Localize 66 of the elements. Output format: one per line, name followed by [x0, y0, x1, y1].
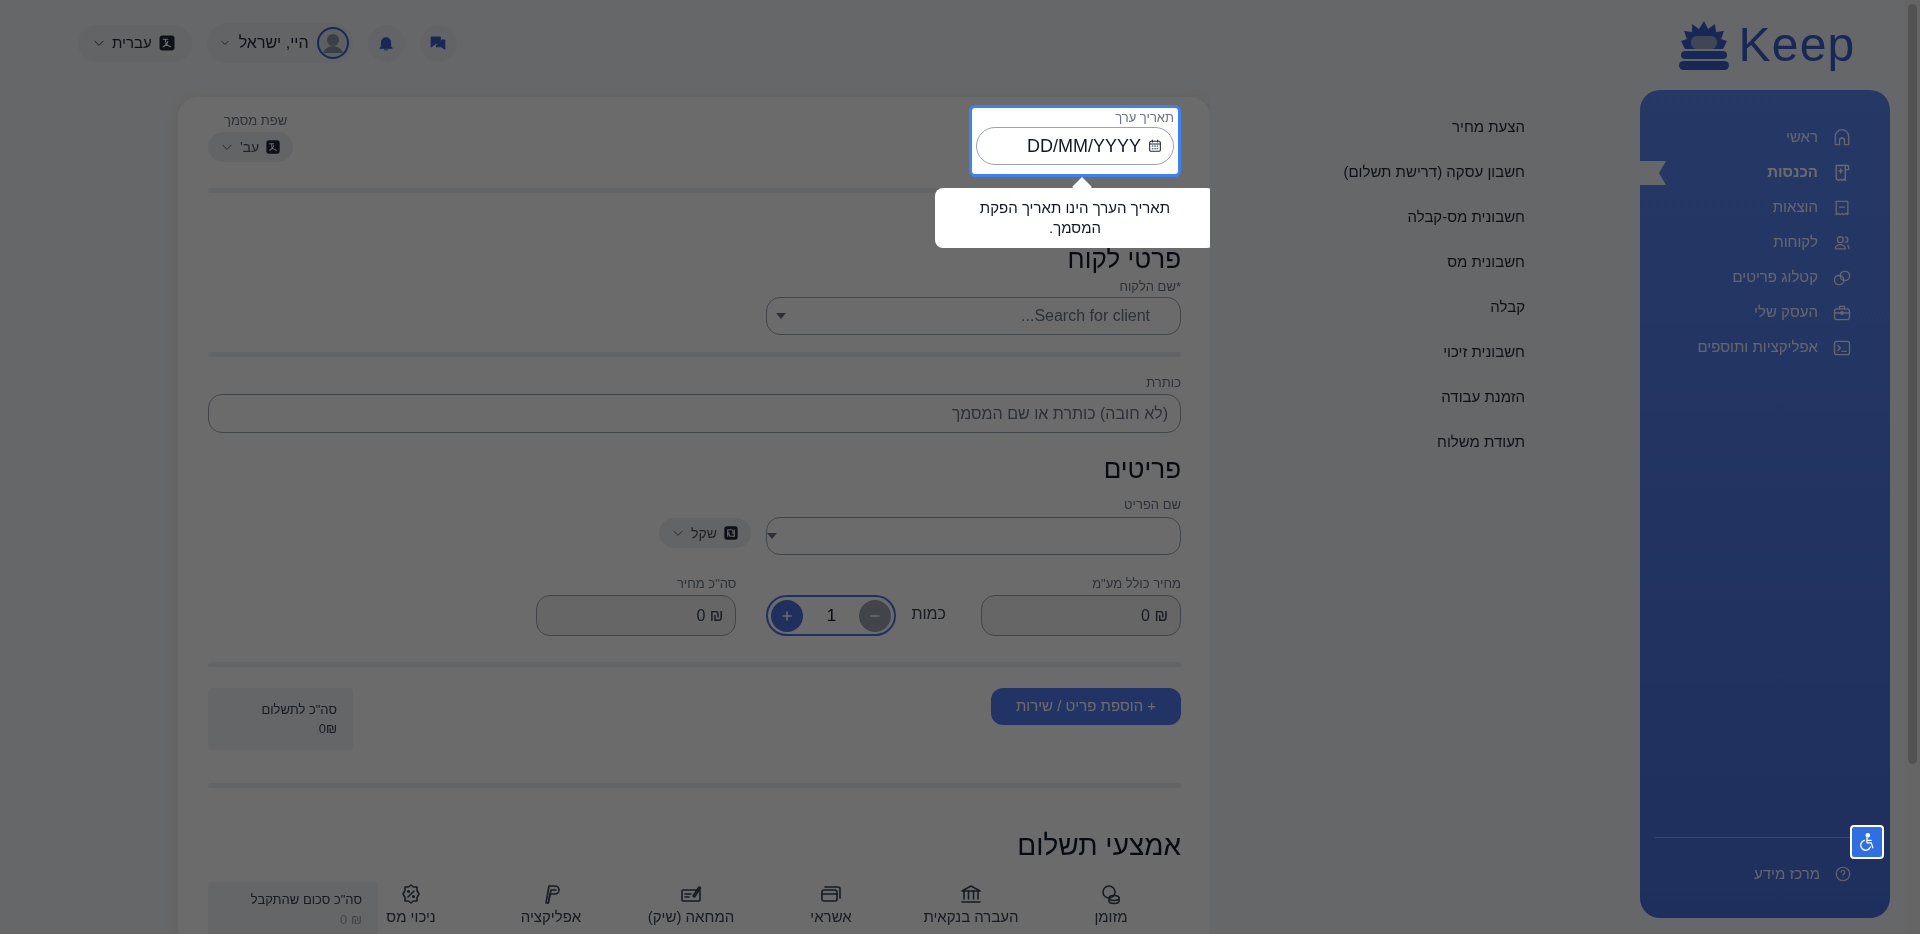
payment-method-button[interactable]: אשראי [761, 882, 901, 926]
home-icon [1832, 127, 1852, 148]
calendar-icon [1147, 138, 1163, 154]
total-price-field[interactable]: ₪ 0 [536, 595, 737, 636]
summary-label: סה"כ לתשלום [260, 700, 337, 719]
document-type-link[interactable]: תעודת משלוח [1437, 420, 1525, 465]
add-item-button[interactable]: + הוספת פריט / שירות [991, 688, 1181, 725]
tooltip: תאריך הערך הינו תאריך הפקת המסמך. [935, 188, 1210, 248]
item-name-select[interactable] [766, 517, 1181, 555]
bank-icon [959, 882, 983, 906]
percent-badge-icon [399, 882, 423, 906]
accessibility-button[interactable] [1850, 825, 1884, 859]
chat-icon [429, 34, 448, 52]
document-type-link[interactable]: הזמנת עבודה [1441, 375, 1525, 420]
coins-icon [1099, 882, 1123, 906]
document-type-link[interactable]: חשבונית מס-קבלה [1407, 195, 1525, 240]
quantity-stepper[interactable]: 1 [766, 595, 897, 636]
payment-method-button[interactable]: המחאה (שיק) [621, 882, 761, 926]
currency-select[interactable]: שקל [659, 518, 751, 548]
translate-icon [265, 139, 282, 155]
sidebar-item[interactable]: לקוחות [1773, 231, 1852, 254]
sidebar-item[interactable]: הכנסות [1767, 161, 1852, 184]
caret-down-icon [776, 311, 786, 321]
client-search-field[interactable]: Search for client... [766, 297, 1181, 335]
field-label: שפת מסמך [224, 113, 288, 129]
field-label: סה"כ מחיר [675, 576, 737, 592]
sidebar-item[interactable]: קטלוג פריטים [1732, 266, 1852, 289]
payment-method-button[interactable]: מזומן [1041, 882, 1181, 926]
shekel-icon [723, 525, 739, 541]
translate-icon [157, 34, 176, 52]
sidebar-item[interactable]: העסק שלי [1754, 301, 1852, 324]
summary-label: סה"כ סכום שהתקבל [249, 891, 362, 909]
document-type-link[interactable]: חשבונית זיכוי [1443, 330, 1525, 375]
section-heading: פריטים [1102, 453, 1181, 485]
section-heading: אמצעי תשלום [1016, 830, 1181, 862]
payment-method-button[interactable]: אפליקציה [481, 882, 621, 926]
document-type-link[interactable]: קבלה [1490, 285, 1525, 330]
field-label: תאריך ערך [1114, 110, 1174, 126]
document-type-link[interactable]: חשבון עסקה (דרישת תשלום) [1343, 150, 1525, 195]
payment-method-button[interactable]: העברה בנקאית [901, 882, 1041, 926]
caret-down-icon [767, 531, 777, 541]
bell-icon [377, 34, 396, 52]
help-icon [1834, 865, 1852, 883]
selected-marker [1640, 161, 1666, 185]
plus-icon [781, 609, 794, 622]
logo-text: Keep [1738, 21, 1856, 69]
section-heading: פרטי לקוח [1066, 245, 1181, 273]
avatar-icon [316, 27, 349, 59]
document-type-link[interactable]: חשבונית מס [1447, 240, 1525, 285]
document-language-select[interactable]: עב' [208, 132, 294, 162]
summary-value: 0₪ [317, 720, 337, 738]
field-label: שם הפריט [1123, 497, 1181, 513]
price-input[interactable]: ₪ 0 [981, 595, 1181, 636]
date-placeholder: DD/MM/YYYY [1027, 134, 1141, 158]
quantity-value: 1 [826, 604, 837, 627]
increment-button[interactable] [771, 599, 804, 632]
decrement-button[interactable] [859, 599, 892, 632]
document-type-link[interactable]: הצעת מחיר [1451, 105, 1525, 150]
field-label: מחיר כולל מע"מ [1091, 576, 1181, 592]
field-label: כותרת [1145, 375, 1181, 391]
quantity-label: כמות [911, 604, 946, 624]
field-label: *שם הלקוח [1118, 279, 1181, 295]
title-input[interactable]: (לא חובה) כותרת או שם המסמך [208, 394, 1181, 433]
sidebar-item[interactable]: הוצאות [1772, 196, 1852, 219]
sidebar-item[interactable]: אפליקציות ותוספים [1697, 336, 1852, 359]
help-center-link[interactable]: מרכז מידע [1640, 838, 1852, 918]
